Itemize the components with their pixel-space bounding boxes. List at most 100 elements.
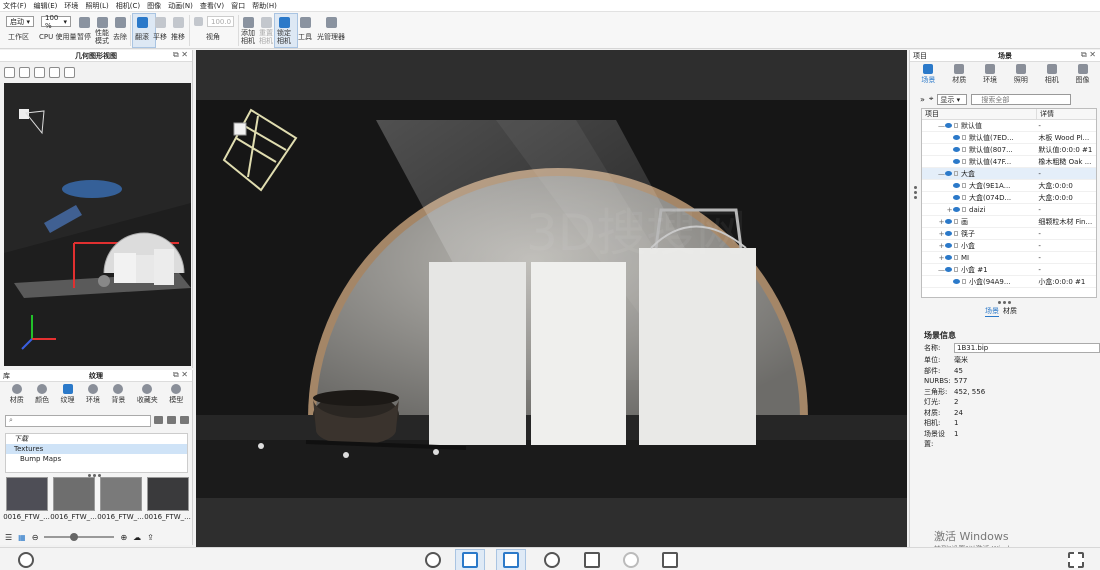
lock-icon[interactable] <box>962 183 966 188</box>
menu-image[interactable]: 图像 <box>147 1 161 11</box>
tree-item-download[interactable]: 下载 <box>6 434 187 444</box>
tab-backplates[interactable]: 背景 <box>111 384 125 408</box>
focus-icon[interactable] <box>49 66 60 78</box>
workspace-select[interactable]: 启动 ▾ <box>6 16 34 27</box>
texture-thumbnail[interactable]: 0016_FTW_... <box>3 477 50 527</box>
scene-tree-row[interactable]: — 大盒 - <box>922 168 1096 180</box>
cpu-usage-select[interactable]: 100 % ▾ <box>41 14 71 30</box>
tab-material[interactable]: 材质 <box>945 64 973 86</box>
tab-scene[interactable]: 场景 <box>914 64 942 86</box>
geometry-viewport[interactable] <box>4 83 191 366</box>
lock-icon[interactable] <box>962 207 966 212</box>
scene-tree-row[interactable]: 大盒(9E1A... 大盒:0:0:0 <box>922 180 1096 192</box>
dolly-button[interactable]: 推移 <box>171 17 185 41</box>
menu-environment[interactable]: 环境 <box>64 1 78 11</box>
refresh-icon[interactable] <box>180 416 189 424</box>
render-icon[interactable] <box>623 552 639 568</box>
lock-icon[interactable] <box>954 231 958 236</box>
subtab-material[interactable]: 材质 <box>1003 306 1017 317</box>
axes-icon[interactable] <box>64 66 75 78</box>
scene-tree-row[interactable]: 默认值(807... 默认值:0:0:0 #1 <box>922 144 1096 156</box>
cursor-icon[interactable]: ⌖ <box>929 94 934 104</box>
menu-help[interactable]: 帮助(H) <box>252 1 277 11</box>
scene-tree-row[interactable]: + daizi - <box>922 204 1096 216</box>
slider-knob[interactable] <box>70 533 79 541</box>
visibility-eye-icon[interactable] <box>945 231 952 236</box>
lock-icon[interactable] <box>954 171 958 176</box>
panel-controls[interactable]: ⧉ ✕ <box>173 50 188 60</box>
texture-thumbnail[interactable]: 0016_FTW_... <box>97 477 144 527</box>
column-detail[interactable]: 详情 <box>1037 109 1054 119</box>
lock-icon[interactable] <box>962 279 966 284</box>
tab-lighting[interactable]: 照明 <box>1007 64 1035 86</box>
lock-icon[interactable] <box>962 135 966 140</box>
texture-thumbnail[interactable]: 0016_FTW_... <box>50 477 97 527</box>
list-view-icon[interactable]: ☰ <box>5 533 12 542</box>
tab-environment[interactable]: 环境 <box>976 64 1004 86</box>
folder-import-icon[interactable] <box>154 416 163 424</box>
cloud-settings-icon[interactable] <box>18 552 34 568</box>
menu-view[interactable]: 查看(V) <box>200 1 224 11</box>
render-viewport[interactable]: 3D搜搜网 <box>196 50 907 547</box>
side-splitter-handle[interactable] <box>914 186 917 199</box>
display-select[interactable]: 显示 ▾ <box>937 93 968 105</box>
visibility-eye-icon[interactable] <box>945 255 952 260</box>
visibility-eye-icon[interactable] <box>945 243 952 248</box>
tools-button[interactable]: 工具 <box>298 17 312 41</box>
add-camera-button[interactable]: 添加 相机 <box>241 17 255 45</box>
visibility-eye-icon[interactable] <box>953 135 960 140</box>
scene-tree-row[interactable]: + 筷子 - <box>922 228 1096 240</box>
visibility-eye-icon[interactable] <box>953 159 960 164</box>
column-item[interactable]: 项目 <box>922 109 1037 119</box>
desaturate-button[interactable]: 去除 <box>113 17 127 41</box>
tab-models[interactable]: 模型 <box>169 384 183 408</box>
texture-thumbnail[interactable]: 0016_FTW_... <box>144 477 191 527</box>
tab-image[interactable]: 图像 <box>1069 64 1097 86</box>
visibility-eye-icon[interactable] <box>945 219 952 224</box>
lock-icon[interactable] <box>962 159 966 164</box>
scene-tree-row[interactable]: + 画细颗粒木材 Fin... <box>922 216 1096 228</box>
tree-item-textures[interactable]: Textures <box>6 444 187 454</box>
cube-icon[interactable] <box>19 66 30 78</box>
reset-camera-button[interactable]: 重置 相机 <box>259 17 273 45</box>
pan-button[interactable]: 平移 <box>153 17 167 41</box>
visibility-eye-icon[interactable] <box>945 171 952 176</box>
tab-colors[interactable]: 颜色 <box>35 384 49 408</box>
expand-toggle-icon[interactable]: + <box>946 204 953 215</box>
lock-icon[interactable] <box>954 219 958 224</box>
lock-icon[interactable] <box>962 195 966 200</box>
panel-controls[interactable]: ⧉ ✕ <box>1081 50 1096 60</box>
camera-view-icon[interactable] <box>34 66 45 78</box>
scene-tree-row[interactable]: 默认值(7ED... 木板 Wood Pl... <box>922 132 1096 144</box>
scene-name-field[interactable]: 1B31.bip <box>954 343 1100 353</box>
keyshotxr-icon[interactable] <box>584 552 600 568</box>
expand-toggle-icon[interactable]: — <box>938 120 945 131</box>
menu-edit[interactable]: 编辑(E) <box>34 1 58 11</box>
tumble-button[interactable]: 翻滚 <box>135 17 149 41</box>
tree-item-bump-maps[interactable]: Bump Maps <box>6 454 187 464</box>
upload-icon[interactable]: ⇪ <box>147 533 154 542</box>
scene-search-input[interactable]: 搜索全部 <box>971 93 1072 105</box>
pause-button[interactable]: 暂停 <box>77 17 91 41</box>
cloud-icon[interactable]: ☁ <box>133 533 141 542</box>
lock-icon[interactable] <box>954 243 958 248</box>
library-search-input[interactable]: ⌕ <box>5 415 151 427</box>
scene-tree-row[interactable]: 大盒(074D... 大盒:0:0:0 <box>922 192 1096 204</box>
grid-view-icon[interactable]: ▦ <box>18 533 26 542</box>
tab-materials[interactable]: 材质 <box>10 384 24 408</box>
scene-tree-row[interactable]: 小盒(94A9... 小盒:0:0:0 #1 <box>922 276 1096 288</box>
scene-tree-row[interactable]: — 默认值 - <box>922 120 1096 132</box>
menu-window[interactable]: 窗口 <box>231 1 245 11</box>
visibility-eye-icon[interactable] <box>953 183 960 188</box>
scene-tree-row[interactable]: — 小盒 #1 - <box>922 264 1096 276</box>
visibility-eye-icon[interactable] <box>953 147 960 152</box>
expand-toggle-icon[interactable]: + <box>938 252 945 263</box>
lock-icon[interactable] <box>954 123 958 128</box>
lock-camera-button[interactable]: 锁定 相机 <box>277 17 291 45</box>
tab-environments[interactable]: 环境 <box>86 384 100 408</box>
animation-icon[interactable] <box>544 552 560 568</box>
panel-controls[interactable]: ⧉ ✕ <box>173 370 188 380</box>
lock-icon[interactable] <box>954 255 958 260</box>
screenshot-icon[interactable] <box>662 552 678 568</box>
visibility-eye-icon[interactable] <box>953 279 960 284</box>
